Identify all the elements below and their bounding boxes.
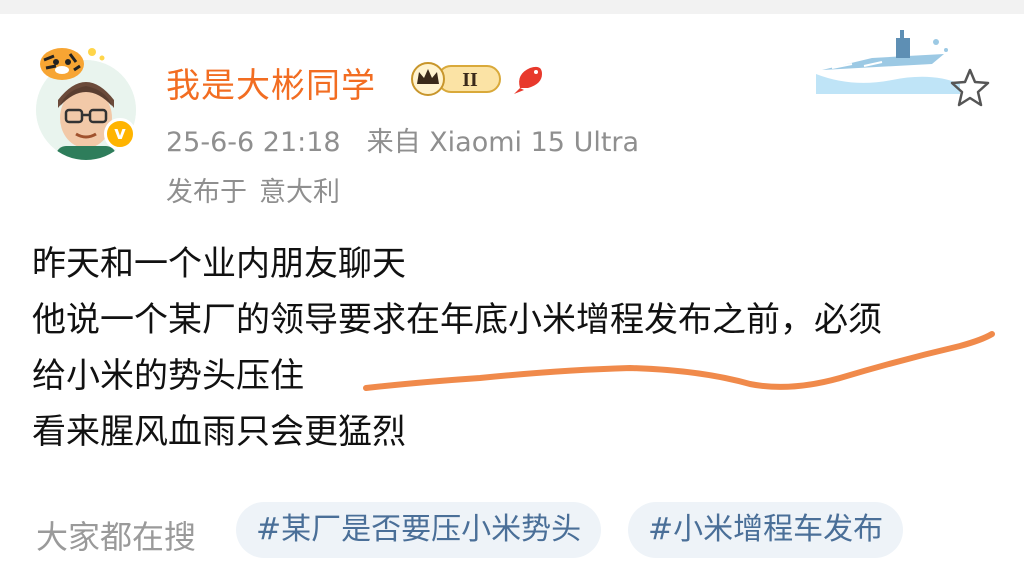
content-line: 昨天和一个业内朋友聊天 bbox=[32, 244, 406, 284]
author-name[interactable]: 我是大彬同学 bbox=[166, 58, 376, 107]
vip-level-label: II bbox=[462, 69, 478, 91]
trending-topic-chip[interactable]: #某厂是否要压小米势头 bbox=[236, 502, 602, 558]
aircraft-carrier-decoration bbox=[816, 30, 960, 94]
koi-fish-icon bbox=[514, 66, 542, 94]
trending-topic-chip[interactable]: #小米增程车发布 bbox=[628, 502, 904, 558]
star-outline-icon bbox=[950, 68, 990, 107]
tiger-sticker-icon bbox=[40, 48, 105, 80]
location-name: 意大利 bbox=[259, 177, 340, 208]
trending-search-label: 大家都在搜 bbox=[36, 518, 197, 556]
post-timestamp[interactable]: 25-6-6 21:18 bbox=[166, 127, 341, 158]
content-line: 看来腥风血雨只会更猛烈 bbox=[32, 412, 406, 452]
top-divider bbox=[0, 0, 1024, 14]
crown-vip-badge-icon[interactable]: II bbox=[408, 60, 504, 96]
location-prefix: 发布于 bbox=[166, 177, 247, 208]
weibo-post-page: v 我是大彬同学 II 25-6-6 21:18 来自 Xiaomi 15 Ult… bbox=[0, 0, 1024, 576]
favorite-star-button[interactable] bbox=[946, 64, 994, 112]
post-location: 发布于 意大利 bbox=[166, 170, 340, 209]
post-source: 来自 Xiaomi 15 Ultra bbox=[366, 127, 640, 158]
author-avatar[interactable]: v bbox=[32, 42, 142, 160]
hand-drawn-underline bbox=[363, 331, 995, 391]
verified-v-icon: v bbox=[104, 118, 136, 150]
post-meta: 25-6-6 21:18 来自 Xiaomi 15 Ultra bbox=[166, 120, 639, 159]
